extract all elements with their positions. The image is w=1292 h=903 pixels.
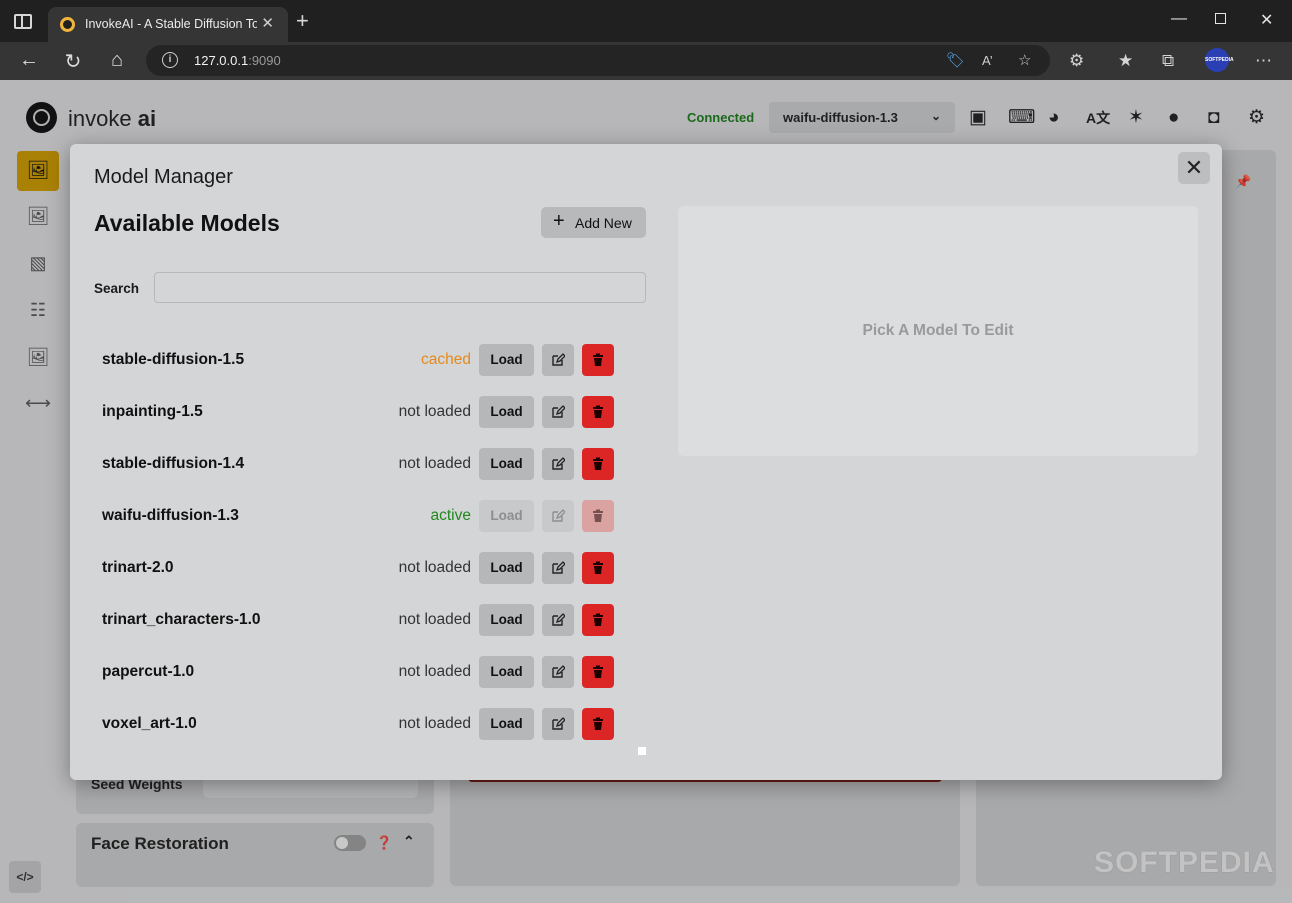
model-status: not loaded xyxy=(398,455,471,472)
load-model-button[interactable]: Load xyxy=(479,344,534,376)
model-edit-panel: Pick A Model To Edit xyxy=(678,206,1198,456)
add-new-model-button[interactable]: + Add New xyxy=(541,207,646,238)
delete-model-button[interactable] xyxy=(582,344,614,376)
pick-model-message: Pick A Model To Edit xyxy=(862,322,1014,339)
delete-model-button[interactable] xyxy=(582,656,614,688)
modal-title: Model Manager xyxy=(94,166,233,188)
model-status: cached xyxy=(421,351,471,368)
model-row: stable-diffusion-1.4 not loaded Load xyxy=(94,448,624,480)
load-model-button[interactable]: Load xyxy=(479,604,534,636)
model-name: stable-diffusion-1.5 xyxy=(102,351,245,368)
coupon-tag-icon[interactable]: 🏷 xyxy=(946,51,965,69)
back-icon[interactable]: ← xyxy=(16,49,42,72)
delete-model-button[interactable] xyxy=(582,448,614,480)
model-name: inpainting-1.5 xyxy=(102,403,203,420)
tab-close-icon[interactable]: ✕ xyxy=(261,14,274,32)
model-status: not loaded xyxy=(398,403,471,420)
home-icon[interactable]: ⌂ xyxy=(104,49,130,72)
collections-icon[interactable]: ⧉ xyxy=(1162,51,1174,71)
load-model-button[interactable]: Load xyxy=(479,500,534,532)
model-name: stable-diffusion-1.4 xyxy=(102,455,245,472)
model-manager-modal: Model Manager ✕ Available Models + Add N… xyxy=(70,144,1222,780)
favorites-icon[interactable]: ★ xyxy=(1118,51,1133,71)
model-row: papercut-1.0 not loaded Load xyxy=(94,656,624,688)
model-name: trinart_characters-1.0 xyxy=(102,611,261,628)
url-text: 127.0.0.1:9090 xyxy=(194,53,281,68)
edit-model-button[interactable] xyxy=(542,708,574,740)
add-favorite-icon[interactable]: ☆ xyxy=(1018,51,1031,69)
delete-model-button[interactable] xyxy=(582,708,614,740)
edit-model-button[interactable] xyxy=(542,656,574,688)
model-row: trinart-2.0 not loaded Load xyxy=(94,552,624,584)
edit-model-button[interactable] xyxy=(542,604,574,636)
model-name: waifu-diffusion-1.3 xyxy=(102,507,239,524)
model-row: waifu-diffusion-1.3 active Load xyxy=(94,500,624,532)
close-icon[interactable]: ✕ xyxy=(1178,152,1210,184)
edit-model-button[interactable] xyxy=(542,448,574,480)
model-row: voxel_art-1.0 not loaded Load xyxy=(94,708,624,740)
search-label: Search xyxy=(94,281,140,296)
load-model-button[interactable]: Load xyxy=(479,708,534,740)
model-name: papercut-1.0 xyxy=(102,663,195,680)
tab-title: InvokeAI - A Stable Diffusion Toolkit xyxy=(85,17,257,31)
load-model-button[interactable]: Load xyxy=(479,448,534,480)
model-status: not loaded xyxy=(398,611,471,628)
maximize-icon[interactable] xyxy=(1215,13,1226,24)
model-status: not loaded xyxy=(398,715,471,732)
model-name: voxel_art-1.0 xyxy=(102,715,197,732)
edit-model-button[interactable] xyxy=(542,500,574,532)
address-bar[interactable]: i 127.0.0.1:9090 🏷 A’ ☆ xyxy=(146,45,1050,76)
refresh-icon[interactable]: ↻ xyxy=(60,49,86,74)
edit-model-button[interactable] xyxy=(542,552,574,584)
load-model-button[interactable]: Load xyxy=(479,656,534,688)
extensions-icon[interactable]: ⚙ xyxy=(1069,51,1084,71)
tab-actions-icon[interactable] xyxy=(14,14,32,29)
model-row: inpainting-1.5 not loaded Load xyxy=(94,396,624,428)
add-new-label: Add New xyxy=(575,215,632,231)
model-status: active xyxy=(430,507,472,524)
browser-titlebar: InvokeAI - A Stable Diffusion Toolkit ✕ … xyxy=(0,0,1292,42)
delete-model-button[interactable] xyxy=(582,396,614,428)
model-row: stable-diffusion-1.5 cached Load xyxy=(94,344,624,376)
browser-tab[interactable]: InvokeAI - A Stable Diffusion Toolkit ✕ xyxy=(48,7,288,42)
delete-model-button[interactable] xyxy=(582,500,614,532)
window-close-icon[interactable]: ✕ xyxy=(1260,10,1273,30)
edit-model-button[interactable] xyxy=(542,396,574,428)
search-input[interactable] xyxy=(154,272,646,303)
site-info-icon[interactable]: i xyxy=(162,52,178,68)
plus-icon: + xyxy=(553,210,565,232)
read-aloud-icon[interactable]: A’ xyxy=(982,53,993,68)
scroll-indicator[interactable] xyxy=(638,747,646,755)
new-tab-button[interactable]: + xyxy=(296,8,309,34)
delete-model-button[interactable] xyxy=(582,604,614,636)
browser-toolbar: ← ↻ ⌂ i 127.0.0.1:9090 🏷 A’ ☆ ⚙ ★ ⧉ SOFT… xyxy=(0,42,1292,80)
invokeai-favicon-icon xyxy=(60,17,75,32)
profile-avatar[interactable]: SOFTPEDIA xyxy=(1205,48,1234,72)
edit-model-button[interactable] xyxy=(542,344,574,376)
delete-model-button[interactable] xyxy=(582,552,614,584)
more-menu-icon[interactable]: ⋯ xyxy=(1255,51,1272,71)
model-name: trinart-2.0 xyxy=(102,559,174,576)
model-status: not loaded xyxy=(398,559,471,576)
available-models-heading: Available Models xyxy=(94,210,280,236)
load-model-button[interactable]: Load xyxy=(479,396,534,428)
load-model-button[interactable]: Load xyxy=(479,552,534,584)
model-row: trinart_characters-1.0 not loaded Load xyxy=(94,604,624,636)
minimize-icon[interactable]: — xyxy=(1171,10,1187,28)
model-status: not loaded xyxy=(398,663,471,680)
